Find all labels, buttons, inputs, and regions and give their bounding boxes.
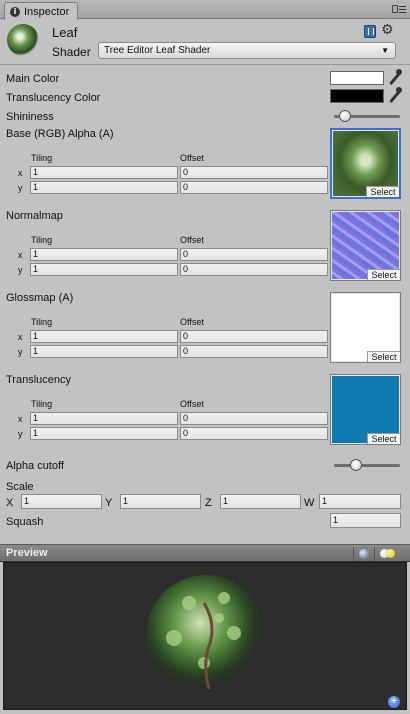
- axis-y-label: y: [18, 183, 23, 193]
- slider-track: [334, 464, 400, 467]
- gear-icon[interactable]: ⚙: [381, 22, 394, 38]
- texture-normalmap: Normalmap Tiling Offset x y 1 1 0 0 Sele…: [0, 210, 410, 292]
- tiling-label: Tiling: [31, 317, 53, 327]
- translucency-color-label: Translucency Color: [6, 92, 101, 104]
- info-icon: i: [10, 6, 20, 17]
- offset-y-field[interactable]: 0: [180, 427, 328, 440]
- tab-bar: i Inspector: [0, 0, 410, 20]
- asset-thumbnail: [7, 24, 39, 56]
- tiling-y-field[interactable]: 1: [30, 345, 178, 358]
- offset-label: Offset: [180, 153, 204, 163]
- axis-y-label: y: [18, 265, 23, 275]
- tiling-y-field[interactable]: 1: [30, 427, 178, 440]
- offset-x-field[interactable]: 0: [180, 330, 328, 343]
- divider: [353, 547, 354, 561]
- tiling-x-field[interactable]: 1: [30, 166, 178, 179]
- alpha-cutoff-slider[interactable]: [334, 459, 400, 471]
- texture-translucency: Translucency Tiling Offset x y 1 1 0 0 S…: [0, 374, 410, 456]
- tiling-x-field[interactable]: 1: [30, 412, 178, 425]
- scale-label: Scale: [6, 481, 34, 493]
- tab-menu-icon[interactable]: [392, 4, 406, 15]
- offset-y-field[interactable]: 0: [180, 263, 328, 276]
- asset-name: Leaf: [52, 25, 78, 40]
- axis-y-label: y: [18, 347, 23, 357]
- offset-x-field[interactable]: 0: [180, 412, 328, 425]
- select-button[interactable]: Select: [366, 186, 399, 197]
- scale-y-field[interactable]: 1: [120, 494, 201, 509]
- select-button[interactable]: Select: [367, 433, 400, 444]
- squash-label: Squash: [6, 516, 44, 528]
- shininess-label: Shininess: [6, 111, 54, 123]
- scale-w-field[interactable]: 1: [319, 494, 401, 509]
- light-dot: [386, 549, 395, 558]
- preview-header[interactable]: Preview: [0, 544, 410, 562]
- texture-base: Base (RGB) Alpha (A) Tiling Offset x y 1…: [0, 128, 410, 210]
- alpha-cutoff-label: Alpha cutoff: [6, 460, 64, 472]
- axis-x-label: x: [18, 168, 23, 178]
- scale-w-label: W: [304, 497, 315, 509]
- offset-y-field[interactable]: 0: [180, 181, 328, 194]
- texture-glossmap: Glossmap (A) Tiling Offset x y 1 1 0 0 S…: [0, 292, 410, 374]
- help-book-icon[interactable]: [364, 25, 376, 38]
- axis-x-label: x: [18, 414, 23, 424]
- texture-slot-translucency[interactable]: Select: [330, 374, 401, 445]
- offset-y-field[interactable]: 0: [180, 345, 328, 358]
- texture-slot-normalmap[interactable]: Select: [330, 210, 401, 281]
- tiling-label: Tiling: [31, 235, 53, 245]
- scale-x-field[interactable]: 1: [21, 494, 102, 509]
- main-color-field[interactable]: [330, 71, 384, 85]
- squash-field[interactable]: 1: [330, 513, 401, 528]
- axis-x-label: x: [18, 332, 23, 342]
- tiling-x-field[interactable]: 1: [30, 330, 178, 343]
- scale-z-label: Z: [205, 497, 212, 509]
- shader-label: Shader: [52, 45, 91, 59]
- tiling-y-field[interactable]: 1: [30, 263, 178, 276]
- texture-slot-glossmap[interactable]: Select: [330, 292, 401, 363]
- lock-icon[interactable]: [392, 5, 398, 13]
- tiling-x-field[interactable]: 1: [30, 248, 178, 261]
- slider-thumb[interactable]: [350, 459, 362, 471]
- offset-x-field[interactable]: 0: [180, 248, 328, 261]
- translucency-color-field[interactable]: [330, 89, 384, 103]
- texture-slot-base[interactable]: Select: [330, 128, 401, 199]
- leaf-sphere-render: [146, 575, 266, 695]
- inspector-header: Leaf Shader Tree Editor Leaf Shader ▼ ⚙: [0, 19, 410, 65]
- texture-label: Translucency: [6, 374, 72, 386]
- shader-dropdown[interactable]: Tree Editor Leaf Shader ▼: [98, 42, 396, 59]
- select-button[interactable]: Select: [367, 269, 400, 280]
- preview-title: Preview: [6, 547, 48, 559]
- preview-sphere-icon[interactable]: [359, 549, 369, 559]
- axis-y-label: y: [18, 429, 23, 439]
- divider: [374, 547, 375, 561]
- texture-label: Base (RGB) Alpha (A): [6, 128, 114, 140]
- scale-y-label: Y: [105, 497, 113, 509]
- shader-value: Tree Editor Leaf Shader: [104, 45, 211, 56]
- main-color-label: Main Color: [6, 73, 60, 85]
- shininess-slider[interactable]: [334, 110, 400, 122]
- eyedropper-icon[interactable]: [388, 70, 402, 86]
- tiling-label: Tiling: [31, 399, 53, 409]
- offset-x-field[interactable]: 0: [180, 166, 328, 179]
- tiling-label: Tiling: [31, 153, 53, 163]
- tab-inspector[interactable]: i Inspector: [4, 2, 78, 20]
- axis-x-label: x: [18, 250, 23, 260]
- offset-label: Offset: [180, 399, 204, 409]
- texture-label: Glossmap (A): [6, 292, 74, 304]
- add-icon[interactable]: +: [388, 696, 400, 708]
- scale-z-field[interactable]: 1: [220, 494, 301, 509]
- tab-label: Inspector: [24, 5, 70, 18]
- texture-label: Normalmap: [6, 210, 63, 222]
- slider-thumb[interactable]: [339, 110, 351, 122]
- scale-x-label: X: [6, 497, 14, 509]
- eyedropper-icon[interactable]: [388, 88, 402, 104]
- preview-lights-icon[interactable]: [380, 549, 396, 559]
- preview-viewport[interactable]: +: [3, 562, 407, 710]
- tiling-y-field[interactable]: 1: [30, 181, 178, 194]
- offset-label: Offset: [180, 235, 204, 245]
- menu-lines-icon[interactable]: [399, 6, 406, 13]
- select-button[interactable]: Select: [367, 351, 400, 362]
- chevron-down-icon: ▼: [381, 46, 389, 55]
- offset-label: Offset: [180, 317, 204, 327]
